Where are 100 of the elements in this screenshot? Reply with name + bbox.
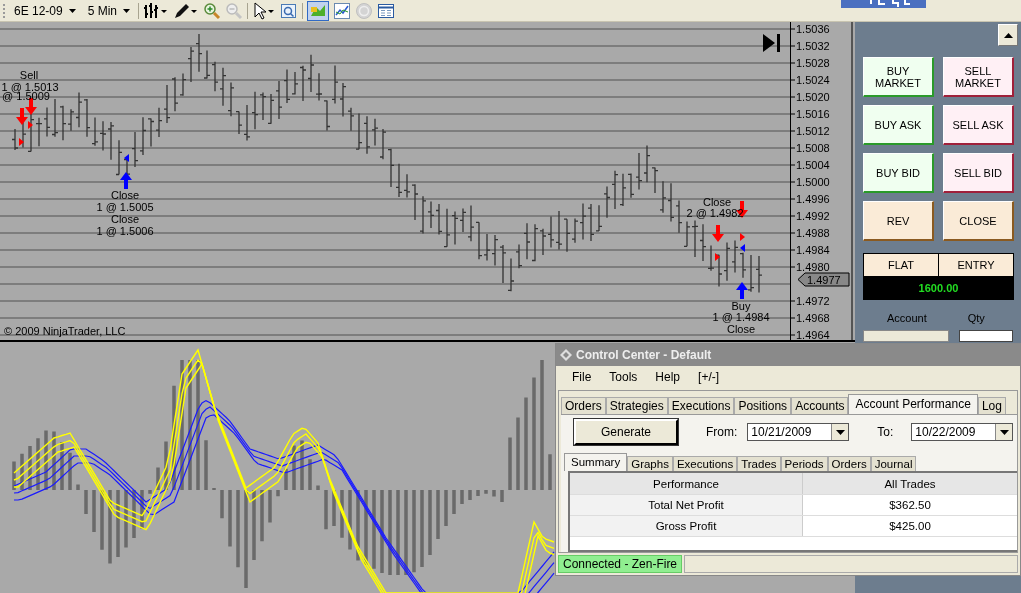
trade-annotation: Close — [726, 323, 756, 335]
sell-arrow-icon — [712, 225, 724, 242]
sell-arrow-icon — [25, 98, 37, 115]
menu-item[interactable]: Help — [655, 370, 681, 384]
entry-marker-icon — [19, 138, 24, 146]
table-cell: Total Net Profit — [570, 495, 803, 515]
position-status: FLAT — [886, 258, 916, 273]
qty-label: Qty — [967, 312, 985, 324]
window-title: Control Center - Default — [576, 348, 712, 362]
tab[interactable]: Trades — [737, 456, 781, 471]
axis-label: 1.4988 — [789, 227, 830, 239]
connection-status: Connected - Zen-Fire — [558, 555, 683, 573]
tab[interactable]: Strategies — [605, 397, 668, 414]
order-button[interactable]: REV — [863, 201, 934, 241]
trade-annotation: 1 @ 1.4984 — [712, 311, 770, 323]
axis-label: 1.4996 — [789, 193, 830, 205]
order-button[interactable]: SELL MARKET — [943, 57, 1014, 97]
axis-label: 1.4980 — [789, 261, 830, 273]
zoom-in-icon[interactable] — [203, 1, 222, 20]
tab[interactable]: Accounts — [791, 397, 849, 414]
axis-label: 1.4992 — [789, 210, 830, 222]
trade-annotation: 1 @ 1.5005 — [96, 201, 154, 213]
column-header: Performance — [570, 473, 803, 494]
data-box-icon[interactable] — [377, 1, 396, 20]
from-label: From: — [706, 425, 738, 439]
generate-button[interactable]: Generate — [574, 419, 678, 445]
axis-label: 1.4968 — [789, 312, 830, 324]
tab[interactable]: Summary — [564, 453, 628, 471]
table-cell-text: $362.50 — [888, 498, 932, 513]
trade-annotation: Sell — [19, 69, 39, 81]
axis-label: 1.5016 — [789, 108, 830, 120]
axis-label: 1.5004 — [789, 159, 830, 171]
from-date-dropdown[interactable]: 10/21/2009 — [747, 423, 850, 441]
line-chart-icon[interactable] — [333, 1, 352, 20]
tab[interactable]: Executions — [667, 397, 735, 414]
caret-icon — [68, 8, 76, 13]
order-button[interactable]: BUY MARKET — [863, 57, 934, 97]
caret-icon — [999, 429, 1009, 435]
cursor-icon[interactable] — [252, 1, 277, 20]
entry-marker-icon — [715, 253, 720, 261]
axis-label: 1.5012 — [789, 125, 830, 137]
tab[interactable]: Orders — [561, 397, 606, 414]
trade-annotation: Close — [702, 196, 732, 208]
trade-annotation: Close — [110, 213, 140, 225]
table-cell-text: $425.00 — [888, 519, 932, 534]
caret-icon — [123, 8, 131, 13]
entry-marker-icon — [740, 233, 745, 241]
order-button[interactable]: BUY BID — [863, 153, 934, 193]
column-header: All Trades — [883, 476, 937, 492]
tab[interactable]: Periods — [780, 456, 828, 471]
tab[interactable]: Graphs — [627, 456, 673, 471]
menu-item[interactable]: [+/-] — [698, 370, 720, 384]
toolbar-grip-icon — [2, 2, 6, 19]
up-arrow-icon — [1003, 32, 1013, 38]
go-to-end-icon[interactable] — [763, 34, 780, 52]
last-price-label: 1.4977 — [797, 272, 850, 287]
copyright-text: © 2009 NinjaTrader, LLC — [4, 325, 126, 337]
tab[interactable]: Positions — [734, 397, 792, 414]
to-label: To: — [877, 425, 894, 439]
axis-label: 1.5036 — [789, 23, 830, 35]
strategy-icon[interactable] — [307, 0, 330, 21]
caret-icon — [835, 429, 845, 435]
trade-annotation: Buy — [731, 300, 751, 312]
interval-dropdown[interactable]: 5 Min — [83, 3, 135, 18]
pencil-icon[interactable] — [173, 1, 200, 20]
trade-annotation: Close — [110, 189, 140, 201]
buy-arrow-icon — [736, 282, 748, 299]
exit-marker-icon — [740, 244, 745, 252]
axis-label: 1.5024 — [789, 74, 830, 86]
order-button[interactable]: CLOSE — [943, 201, 1014, 241]
trade-annotation: 1 @ 1.5006 — [96, 225, 154, 237]
table-cell: Gross Profit — [570, 516, 803, 536]
axis-label: 1.4964 — [789, 329, 830, 340]
axis-label: 1.5020 — [789, 91, 830, 103]
instrument-dropdown[interactable]: 6E 12-09 — [10, 3, 80, 18]
to-date-dropdown[interactable]: 10/22/2009 — [911, 423, 1014, 441]
axis-label: 1.5000 — [789, 176, 830, 188]
entry-marker-icon — [28, 121, 33, 129]
logo-icon — [841, 0, 926, 8]
buy-arrow-icon — [120, 172, 132, 189]
sell-arrow-icon — [16, 108, 28, 125]
properties-icon[interactable] — [280, 1, 299, 20]
axis-label: 1.5032 — [789, 40, 830, 52]
bar-style-icon[interactable] — [143, 1, 170, 20]
axis-label: 1.5008 — [789, 142, 830, 154]
tab[interactable]: Account Performance — [848, 394, 978, 414]
tab[interactable]: Journal — [870, 456, 917, 471]
axis-label: 1.5028 — [789, 57, 830, 69]
menu-item[interactable]: Tools — [609, 370, 638, 384]
tab[interactable]: Orders — [827, 456, 871, 471]
tab[interactable]: Log — [977, 397, 1006, 414]
order-button[interactable]: SELL ASK — [943, 105, 1014, 145]
order-button[interactable]: BUY ASK — [863, 105, 934, 145]
order-button[interactable]: SELL BID — [943, 153, 1014, 193]
qty-field[interactable] — [959, 330, 1013, 342]
tab[interactable]: Executions — [672, 456, 738, 471]
axis-label: 1.4972 — [789, 295, 830, 307]
account-dropdown[interactable] — [863, 330, 949, 342]
scroll-up-button[interactable] — [998, 24, 1018, 46]
menu-item[interactable]: File — [572, 370, 592, 384]
